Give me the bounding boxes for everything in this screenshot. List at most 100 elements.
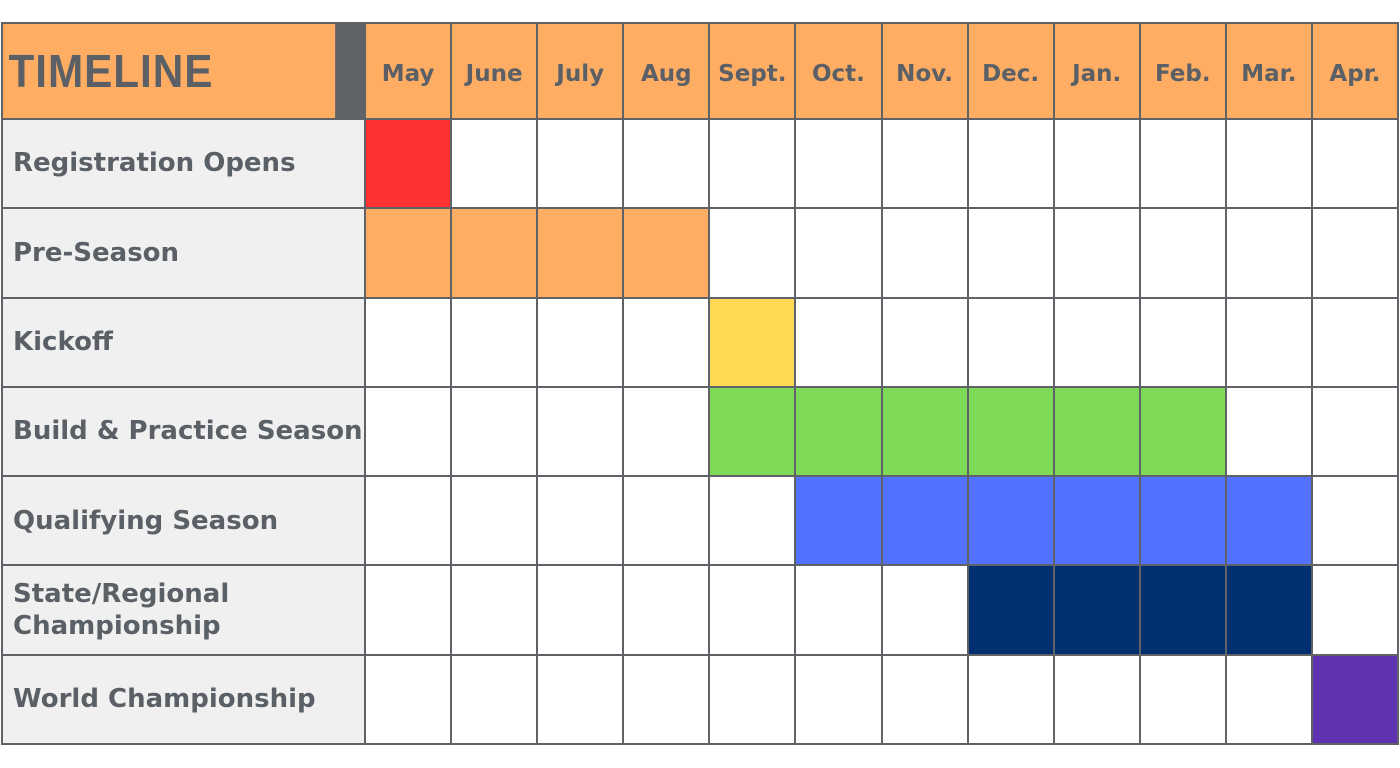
empty-cell — [1054, 298, 1139, 386]
month-header-may: May — [366, 24, 451, 118]
empty-cell — [624, 298, 709, 386]
empty-cell — [1312, 566, 1397, 654]
month-header-jan: Jan. — [1054, 24, 1139, 118]
empty-cell — [882, 566, 967, 654]
empty-cell — [366, 566, 451, 654]
empty-cell — [796, 298, 881, 386]
empty-cell — [452, 655, 537, 743]
empty-cell — [1226, 298, 1311, 386]
month-header-july: July — [538, 24, 623, 118]
timeline-grid: TIMELINE May June July Aug Sept. Oct. Nov. Dec. J… — [1, 22, 1399, 745]
task-bar-cell — [882, 477, 967, 565]
task-label: World Championship — [3, 655, 364, 743]
empty-cell — [1054, 120, 1139, 208]
empty-cell — [882, 298, 967, 386]
empty-cell — [538, 298, 623, 386]
task-bar-cell — [624, 209, 709, 297]
empty-cell — [538, 387, 623, 476]
empty-cell — [968, 209, 1053, 297]
month-header-june-text: June — [465, 61, 523, 87]
empty-cell — [538, 477, 623, 565]
month-header-oct-text: Oct. — [811, 61, 865, 87]
task-label: Qualifying Season — [3, 477, 364, 565]
task-bar-cell — [538, 209, 623, 297]
empty-cell — [882, 120, 967, 208]
empty-cell — [1312, 477, 1397, 565]
task-label-text: World Championship — [13, 684, 316, 715]
task-bar-cell — [1140, 566, 1225, 654]
empty-cell — [882, 209, 967, 297]
timeline-chart: TIMELINE May June July Aug Sept. Oct. Nov. Dec. J… — [1, 22, 1399, 745]
month-header-nov: Nov. — [882, 24, 967, 118]
task-label: Kickoff — [3, 298, 364, 386]
month-header-dec-text: Dec. — [982, 61, 1040, 87]
empty-cell — [1226, 209, 1311, 297]
task-label-text: Registration Opens — [13, 148, 296, 179]
month-header-feb: Feb. — [1140, 24, 1225, 118]
month-header-aug-text: Aug — [640, 61, 692, 87]
empty-cell — [796, 655, 881, 743]
empty-cell — [796, 209, 881, 297]
empty-cell — [1312, 298, 1397, 386]
month-header-apr: Apr. — [1312, 24, 1397, 118]
empty-cell — [624, 477, 709, 565]
empty-cell — [538, 655, 623, 743]
task-bar-cell — [1140, 477, 1225, 565]
task-bar-cell — [968, 387, 1053, 476]
empty-cell — [968, 655, 1053, 743]
task-label-text: Pre-Season — [13, 237, 180, 268]
empty-cell — [538, 566, 623, 654]
empty-cell — [538, 120, 623, 208]
empty-cell — [452, 298, 537, 386]
empty-cell — [624, 120, 709, 208]
empty-cell — [1312, 209, 1397, 297]
month-header-apr-text: Apr. — [1329, 61, 1381, 87]
empty-cell — [1226, 120, 1311, 208]
task-label: Pre-Season — [3, 209, 364, 297]
task-bar-cell — [1226, 477, 1311, 565]
empty-cell — [1140, 120, 1225, 208]
month-header-dec: Dec. — [968, 24, 1053, 118]
task-bar-cell — [1140, 387, 1225, 476]
month-header-mar: Mar. — [1226, 24, 1311, 118]
empty-cell — [1054, 655, 1139, 743]
empty-cell — [1312, 120, 1397, 208]
task-bar-cell — [1226, 566, 1311, 654]
empty-cell — [366, 655, 451, 743]
empty-cell — [452, 387, 537, 476]
task-label-text: Kickoff — [13, 326, 113, 357]
task-bar-cell — [968, 477, 1053, 565]
empty-cell — [452, 566, 537, 654]
month-header-jan-text: Jan. — [1072, 61, 1122, 87]
empty-cell — [882, 655, 967, 743]
empty-cell — [366, 477, 451, 565]
empty-cell — [624, 387, 709, 476]
empty-cell — [710, 209, 795, 297]
task-bar-cell — [710, 298, 795, 386]
empty-cell — [624, 566, 709, 654]
empty-cell — [710, 477, 795, 565]
empty-cell — [624, 655, 709, 743]
empty-cell — [1140, 298, 1225, 386]
chart-title-text: TIMELINE — [8, 45, 214, 97]
task-label-text: Build & Practice Season — [13, 416, 363, 447]
empty-cell — [452, 477, 537, 565]
task-bar-cell — [796, 387, 881, 476]
month-header-feb-text: Feb. — [1154, 61, 1211, 87]
month-header-nov-text: Nov. — [896, 61, 953, 87]
task-bar-cell — [366, 209, 451, 297]
empty-cell — [968, 120, 1053, 208]
empty-cell — [366, 387, 451, 476]
month-header-may-text: May — [381, 61, 435, 87]
task-bar-cell — [452, 209, 537, 297]
task-bar-cell — [882, 387, 967, 476]
month-header-july-text: July — [556, 61, 605, 87]
empty-cell — [1226, 387, 1311, 476]
month-header-sept: Sept. — [710, 24, 795, 118]
task-label: Build & Practice Season — [3, 387, 364, 476]
empty-cell — [1054, 209, 1139, 297]
task-bar-cell — [1054, 477, 1139, 565]
empty-cell — [366, 298, 451, 386]
month-header-oct: Oct. — [796, 24, 881, 118]
empty-cell — [710, 655, 795, 743]
